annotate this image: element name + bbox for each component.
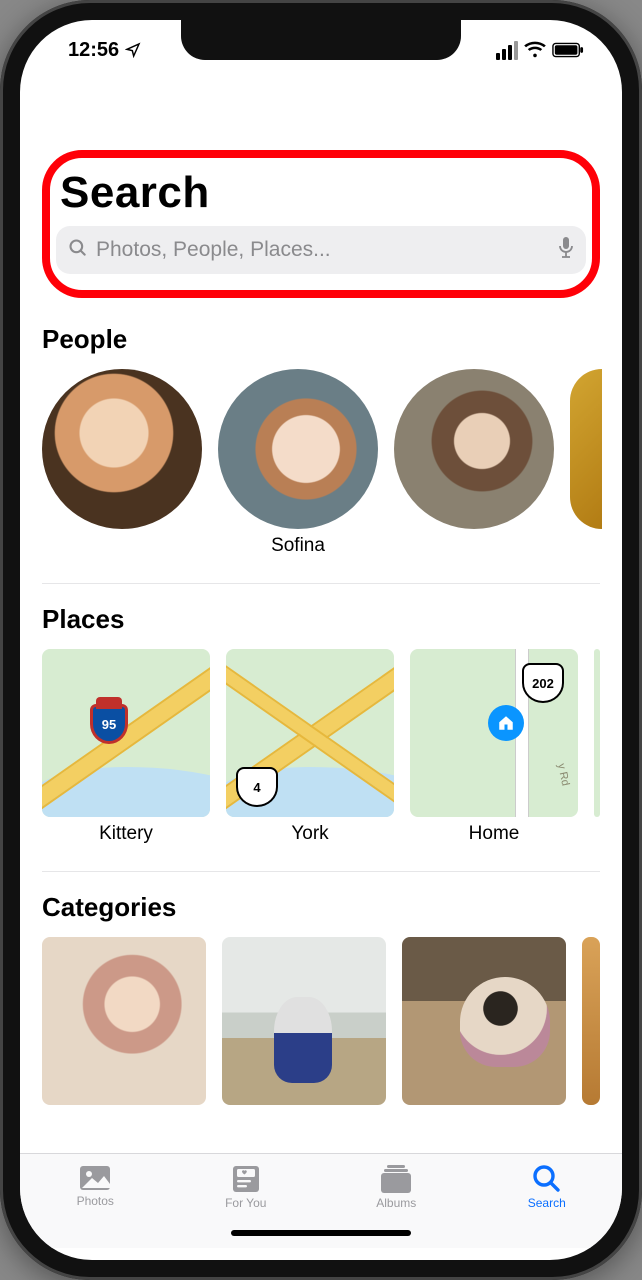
place-item[interactable]: 4 York [226,649,394,845]
person-item[interactable] [42,369,202,557]
people-heading: People [42,324,600,355]
tab-label: For You [225,1196,266,1210]
content: Search People [20,80,622,1153]
us-route-shield-icon: 202 [522,663,564,703]
person-item-partial[interactable] [570,369,602,529]
search-field[interactable] [56,226,586,274]
home-indicator[interactable] [231,1230,411,1236]
wifi-icon [524,41,546,59]
place-name: Kittery [99,823,153,845]
place-name: York [291,823,328,845]
place-name: Home [469,823,520,845]
location-icon [125,42,141,58]
categories-heading: Categories [42,892,600,923]
interstate-shield-icon: 95 [90,704,128,744]
person-item[interactable] [394,369,554,557]
map-thumb: 4 [226,649,394,817]
search-input[interactable] [96,238,550,262]
category-item[interactable] [402,937,566,1105]
people-section: People Sofina [42,324,600,557]
screen: 12:56 Search [20,20,622,1260]
people-row[interactable]: Sofina [42,369,600,557]
page-title: Search [56,168,586,218]
places-row[interactable]: 95 Kittery 4 York [42,649,600,845]
home-pin-icon [488,705,524,741]
tab-albums[interactable]: Albums [346,1164,446,1210]
search-header-highlight: Search [42,150,600,298]
tab-for-you[interactable]: For You [196,1164,296,1210]
places-section: Places 95 Kittery [42,583,600,845]
avatar [394,369,554,529]
cellular-icon [496,41,518,60]
category-item[interactable] [42,937,206,1105]
dictate-icon[interactable] [558,237,574,264]
category-item[interactable] [222,937,386,1105]
person-name: Sofina [271,535,325,557]
person-item[interactable]: Sofina [218,369,378,557]
phone-frame: 12:56 Search [0,0,642,1280]
categories-section: Categories [42,871,600,1105]
avatar [42,369,202,529]
battery-icon [552,42,584,58]
place-item[interactable]: 202 y Rd Home [410,649,578,845]
tab-label: Photos [77,1194,114,1208]
tab-search[interactable]: Search [497,1164,597,1210]
us-route-shield-icon: 4 [236,767,278,807]
tab-label: Search [528,1196,566,1210]
road-label: y Rd [555,762,571,787]
places-heading: Places [42,604,600,635]
place-item-partial[interactable] [594,649,600,817]
avatar [218,369,378,529]
status-time: 12:56 [68,39,119,62]
tab-bar: Photos For You Albums Search [20,1153,622,1248]
categories-row[interactable] [42,937,600,1105]
tab-photos[interactable]: Photos [45,1164,145,1208]
search-icon [68,238,88,263]
place-item[interactable]: 95 Kittery [42,649,210,845]
map-thumb: 202 y Rd [410,649,578,817]
map-thumb: 95 [42,649,210,817]
tab-label: Albums [376,1196,416,1210]
category-item-partial[interactable] [582,937,600,1105]
notch [181,20,461,60]
